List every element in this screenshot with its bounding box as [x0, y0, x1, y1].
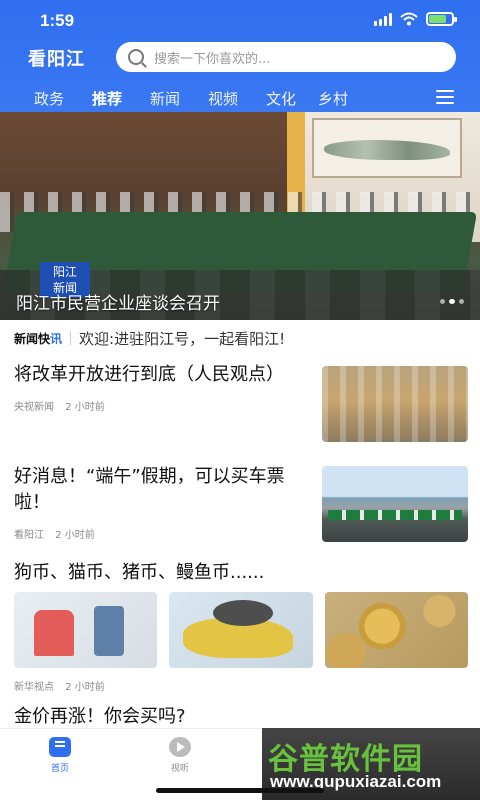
tab-xiangcun[interactable]: 乡村 [310, 88, 356, 109]
status-time: 1:59 [40, 11, 75, 30]
article-image-row [14, 592, 468, 668]
category-tabs: 政务 推荐 新闻 视频 文化 乡村 [0, 84, 480, 112]
search-input[interactable]: 搜索一下你喜欢的... [116, 42, 456, 72]
search-placeholder: 搜索一下你喜欢的... [154, 51, 271, 67]
news-flash-logo-text: 新闻快 [14, 331, 51, 346]
article-item[interactable]: 狗币、猫币、猪币、鳗鱼币...... 新华视点 2 小时前 [14, 560, 468, 693]
tab-zhengwu[interactable]: 政务 [20, 88, 78, 109]
nav-video[interactable]: 视听 [150, 737, 210, 774]
banner-caption: 阳江市民营企业座谈会召开 [16, 294, 220, 314]
article-image [14, 592, 158, 668]
nav-video-label: 视听 [170, 764, 189, 774]
banner-dot [459, 299, 464, 304]
article-item[interactable]: 好消息！“端午”假期，可以买车票啦！ 看阳江 2 小时前 [14, 464, 468, 542]
article-title: 好消息！“端午”假期，可以买车票啦！ [14, 466, 285, 513]
battery-icon [426, 12, 457, 26]
article-image [324, 592, 468, 668]
article-image [169, 592, 313, 668]
app-title: 看阳江 [28, 49, 85, 70]
news-flash[interactable]: 新闻快讯 欢迎:进驻阳江号，一起看阳江! [0, 320, 480, 356]
status-icons [374, 12, 457, 26]
divider [70, 331, 72, 345]
menu-icon[interactable] [436, 90, 454, 104]
article-time: 2 小时前 [55, 530, 95, 541]
article-item[interactable]: 金价再涨！你会买吗? [14, 704, 468, 730]
article-title: 狗币、猫币、猪币、鳗鱼币...... [14, 562, 265, 583]
article-source: 央视新闻 [14, 402, 54, 413]
article-time: 2 小时前 [65, 402, 105, 413]
search-icon [128, 49, 144, 65]
news-flash-logo: 新闻快讯 [14, 330, 62, 347]
article-thumbnail [322, 366, 468, 442]
tab-xinwen[interactable]: 新闻 [136, 88, 194, 109]
article-title: 金价再涨！你会买吗? [14, 706, 186, 727]
article-source: 新华视点 [14, 682, 54, 693]
nav-home-label: 首页 [50, 764, 69, 774]
home-icon [49, 737, 71, 757]
play-icon [169, 737, 191, 757]
article-title: 将改革开放进行到底（人民观点） [14, 364, 284, 385]
article-thumbnail [322, 466, 468, 542]
home-indicator [156, 788, 324, 793]
banner-dot [440, 299, 445, 304]
banner-pagination [440, 299, 464, 304]
nav-home[interactable]: 首页 [30, 737, 90, 774]
tab-wenhua[interactable]: 文化 [252, 88, 310, 109]
news-flash-text: 欢迎:进驻阳江号，一起看阳江! [79, 329, 286, 348]
headline-banner[interactable]: 阳江 新闻 阳江市民营企业座谈会召开 [0, 112, 480, 320]
tab-tuijian[interactable]: 推荐 [78, 88, 136, 109]
banner-painting [312, 118, 462, 178]
article-source: 看阳江 [14, 530, 44, 541]
article-time: 2 小时前 [65, 682, 105, 693]
tab-shipin[interactable]: 视频 [194, 88, 252, 109]
article-meta: 新华视点 2 小时前 [14, 678, 468, 693]
signal-icon [374, 12, 392, 26]
article-item[interactable]: 将改革开放进行到底（人民观点） 央视新闻 2 小时前 [14, 362, 468, 442]
news-flash-logo-accent: 讯 [50, 331, 63, 346]
wifi-icon [400, 12, 418, 26]
banner-dot-active [449, 299, 455, 304]
status-bar: 1:59 [0, 0, 480, 40]
app-header: 1:59 看阳江 搜索一下你喜欢的... 政务 推荐 新闻 视频 文化 乡村 [0, 0, 480, 112]
